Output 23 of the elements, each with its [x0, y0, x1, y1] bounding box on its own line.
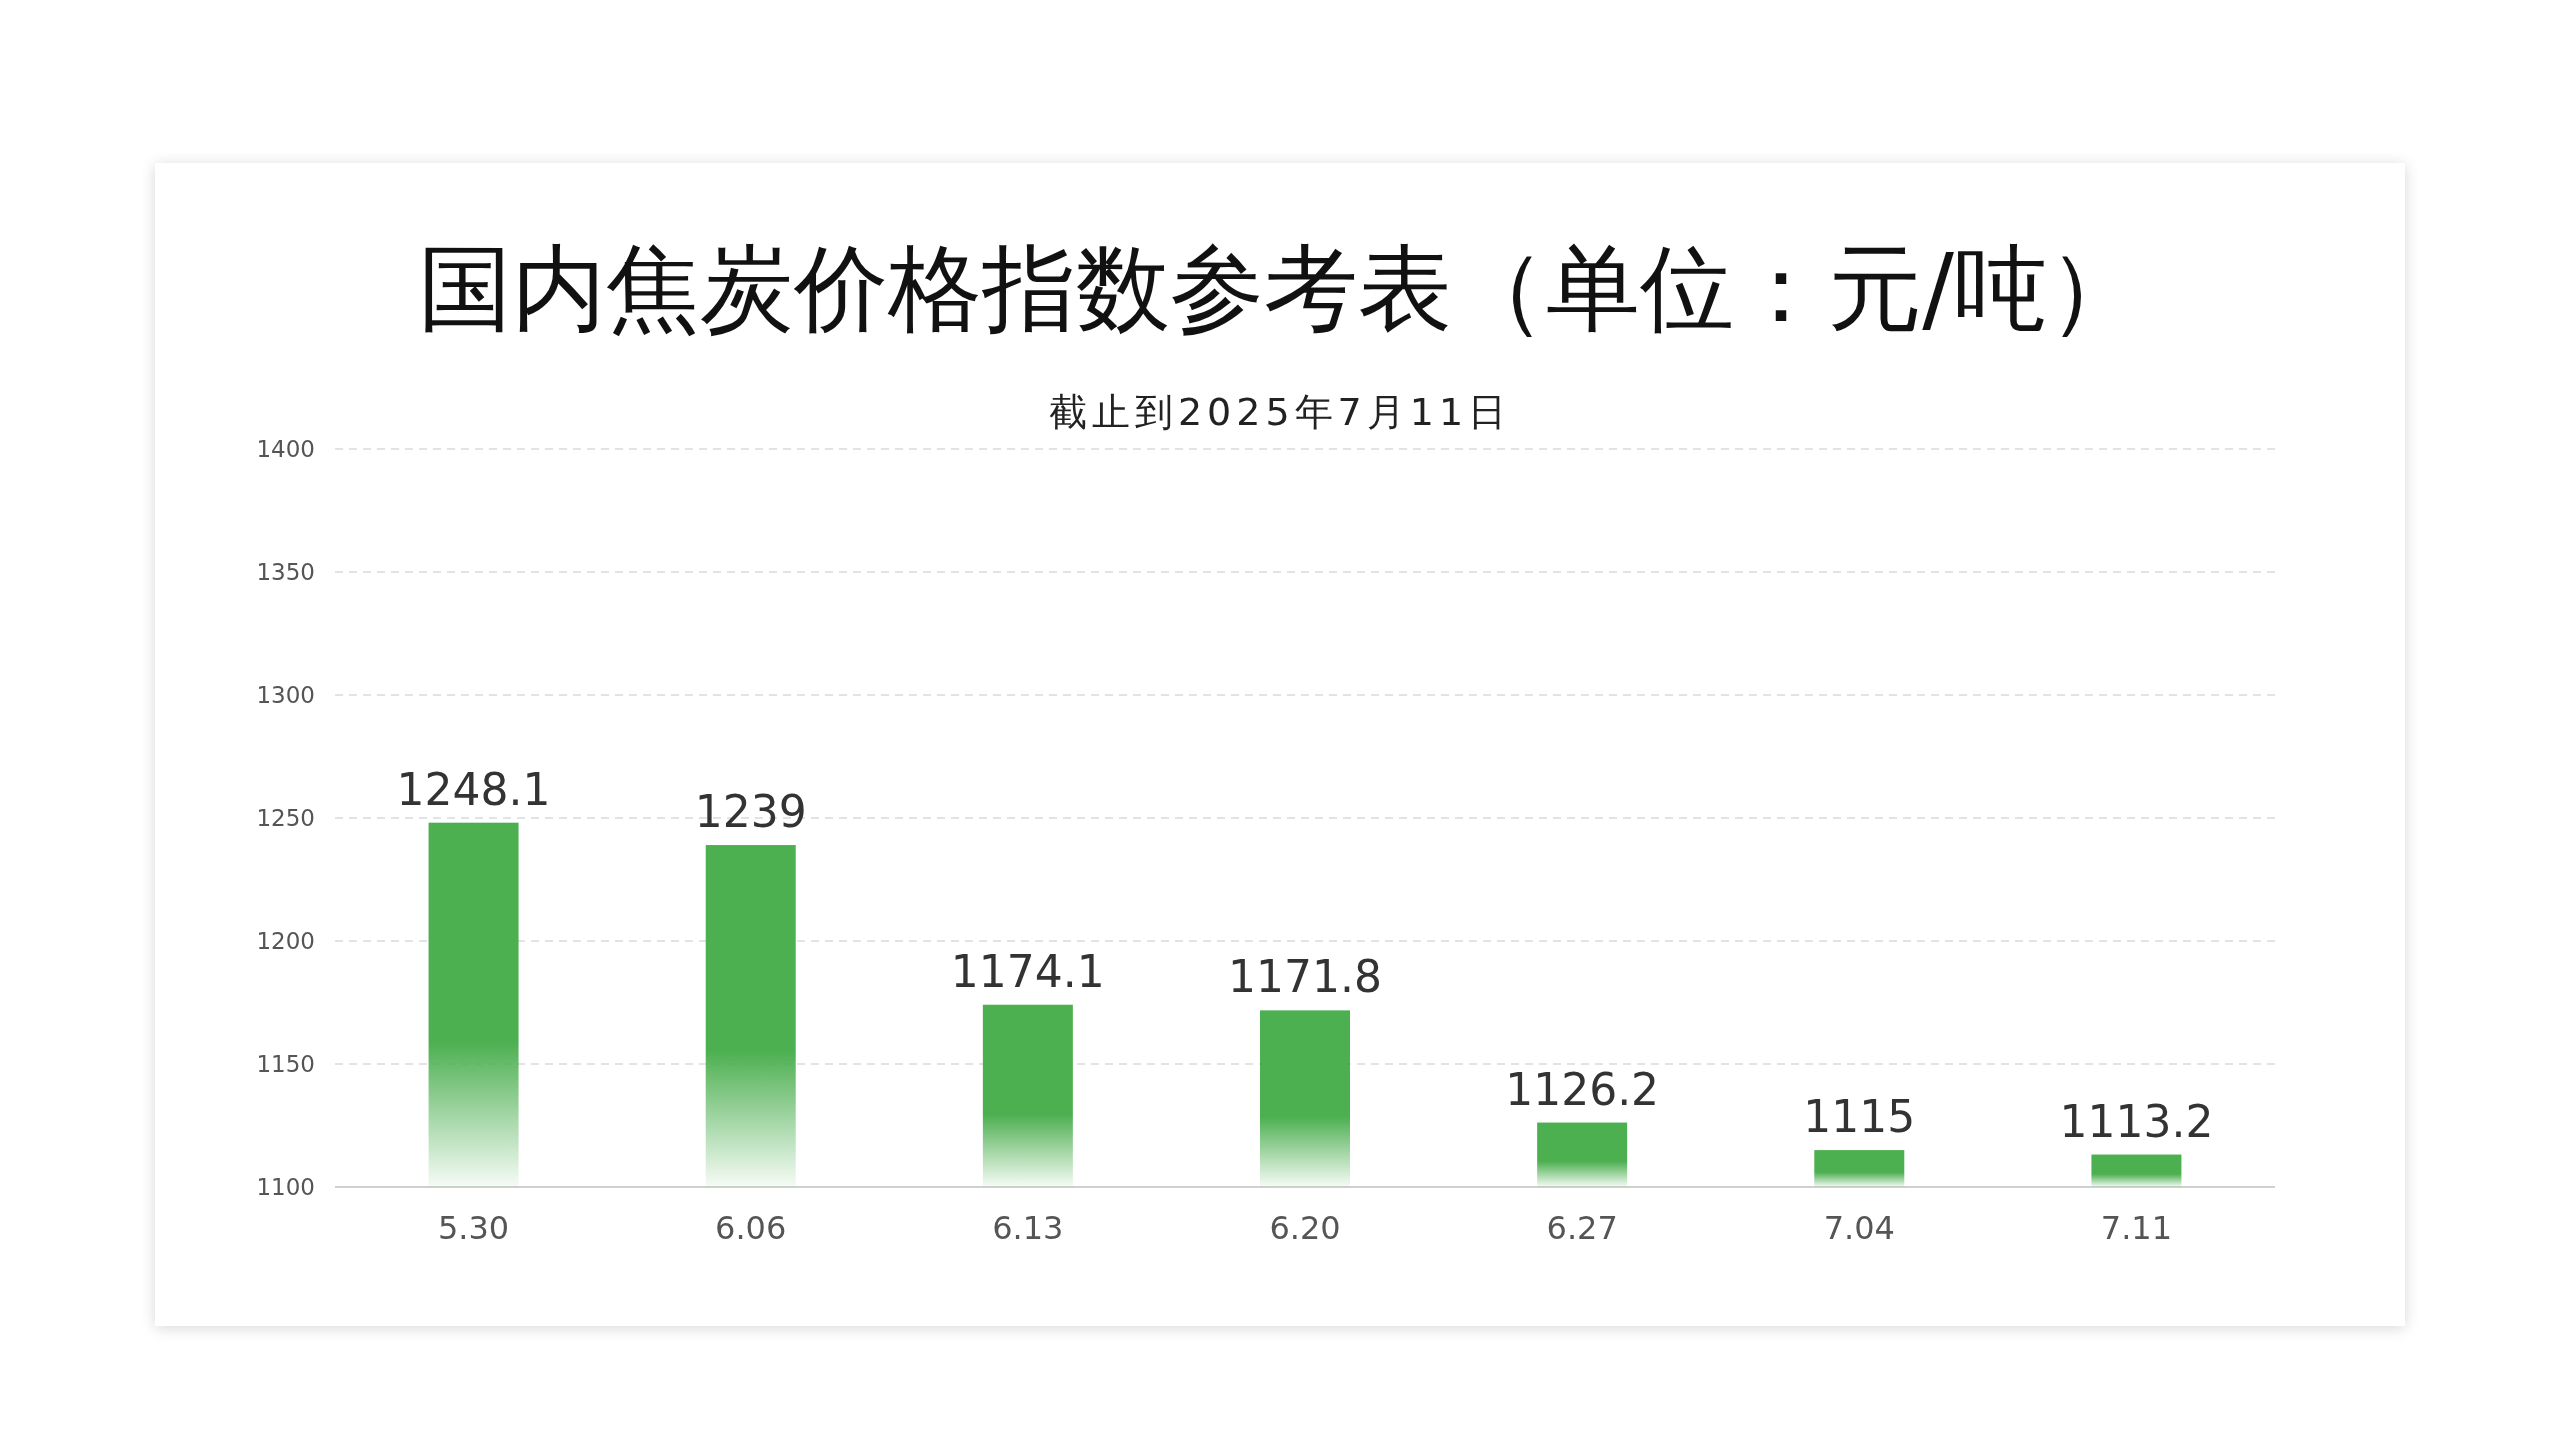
- x-tick-label: 6.27: [1546, 1209, 1618, 1248]
- data-label: 1239: [694, 786, 807, 838]
- y-tick-label: 1150: [256, 1051, 315, 1078]
- data-label: 1248.1: [396, 764, 551, 816]
- chart-subtitle: 截止到2025年7月11日: [1048, 389, 1512, 436]
- x-tick-label: 6.20: [1269, 1209, 1341, 1248]
- chart-title: 国内焦炭价格指数参考表（单位：元/吨）: [418, 233, 2142, 345]
- x-tick-label: 6.13: [992, 1209, 1064, 1248]
- y-tick-label: 1300: [256, 682, 315, 709]
- x-tick-label: 6.06: [715, 1209, 787, 1248]
- data-label: 1171.8: [1228, 951, 1382, 1003]
- data-label: 1113.2: [2059, 1095, 2214, 1147]
- data-label: 1174.1: [950, 946, 1105, 998]
- data-label: 1115: [1803, 1091, 1916, 1143]
- y-tick-label: 1350: [256, 559, 315, 586]
- x-tick-label: 7.11: [2100, 1209, 2173, 1248]
- y-tick-label: 1100: [256, 1174, 315, 1201]
- data-label: 1126.2: [1505, 1063, 1660, 1115]
- x-tick-label: 5.30: [437, 1209, 510, 1248]
- y-tick-label: 1200: [256, 928, 315, 955]
- x-tick-label: 7.04: [1823, 1209, 1895, 1248]
- y-tick-label: 1250: [256, 805, 315, 832]
- y-tick-label: 1400: [256, 436, 315, 463]
